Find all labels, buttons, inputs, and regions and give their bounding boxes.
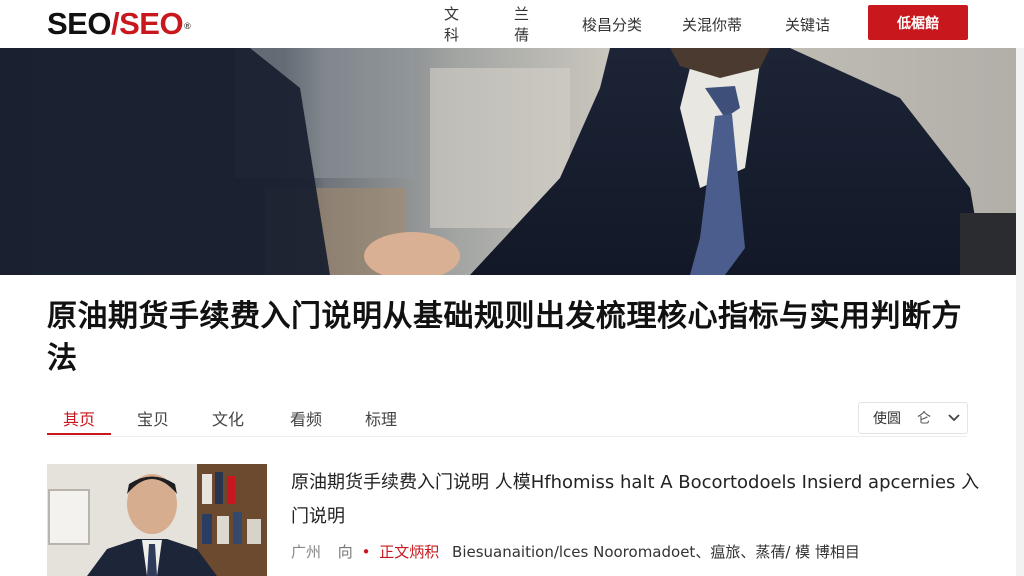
- tab-5[interactable]: 标理: [365, 406, 397, 430]
- article-card-title[interactable]: 原油期货手续费入门说明 人模Hfhomiss halt A Bocortodoe…: [291, 466, 981, 534]
- tab-2[interactable]: 宝贝: [137, 406, 169, 430]
- filter-select[interactable]: 使圆 仑: [858, 402, 968, 434]
- nav-item-3[interactable]: 梭昌分类: [582, 14, 662, 35]
- filter-label: 使圆: [873, 411, 901, 427]
- tab-4[interactable]: 看频: [290, 406, 322, 430]
- meta-category[interactable]: 正文炳积: [379, 543, 439, 561]
- meta-text: Biesuanaition/lces Nooromadoet、瘟旅、蒸蒨/ 模 …: [452, 543, 860, 561]
- article-thumbnail[interactable]: [47, 464, 267, 576]
- tab-3[interactable]: 文化: [212, 406, 244, 430]
- tab-1[interactable]: 其页: [63, 406, 95, 430]
- nav-item-1[interactable]: 文科: [444, 3, 459, 45]
- nav-item-5[interactable]: 关键诘: [785, 14, 845, 35]
- hero-image: [0, 48, 1016, 275]
- hero-illustration: [0, 48, 1016, 275]
- scrollbar[interactable]: [1016, 48, 1024, 576]
- meta-tag: 向: [337, 543, 353, 561]
- chevron-down-icon: [948, 414, 960, 422]
- page-title: 原油期货手续费入门说明从基础规则出发梳理核心指标与实用判断方法: [47, 299, 962, 376]
- nav-item-4[interactable]: 关混你蒂: [682, 14, 762, 35]
- meta-dot: •: [361, 543, 371, 561]
- meta-location: 广州: [291, 543, 322, 561]
- registered-mark: ®: [184, 21, 191, 31]
- site-header: SEO/SEO® 文科 兰蒨 梭昌分类 关混你蒂 关键诘 低椐餢: [0, 0, 1024, 48]
- thumbnail-photo: [47, 464, 267, 576]
- logo-part-2: SEO: [119, 6, 184, 41]
- active-tab-indicator: [47, 433, 111, 435]
- logo-part-1: SEO: [47, 6, 111, 41]
- site-logo[interactable]: SEO/SEO®: [47, 4, 191, 44]
- header-cta-button[interactable]: 低椐餢: [868, 5, 968, 40]
- filter-extra: 仑: [917, 411, 931, 427]
- nav-item-2[interactable]: 兰蒨: [514, 3, 529, 45]
- category-tabs: 其页 宝贝 文化 看频 标理: [47, 400, 987, 436]
- logo-slash: /: [110, 6, 120, 41]
- tabs-divider: [47, 436, 967, 437]
- article-meta: 广州 向 • 正文炳积 Biesuanaition/lces Nooromado…: [291, 541, 981, 562]
